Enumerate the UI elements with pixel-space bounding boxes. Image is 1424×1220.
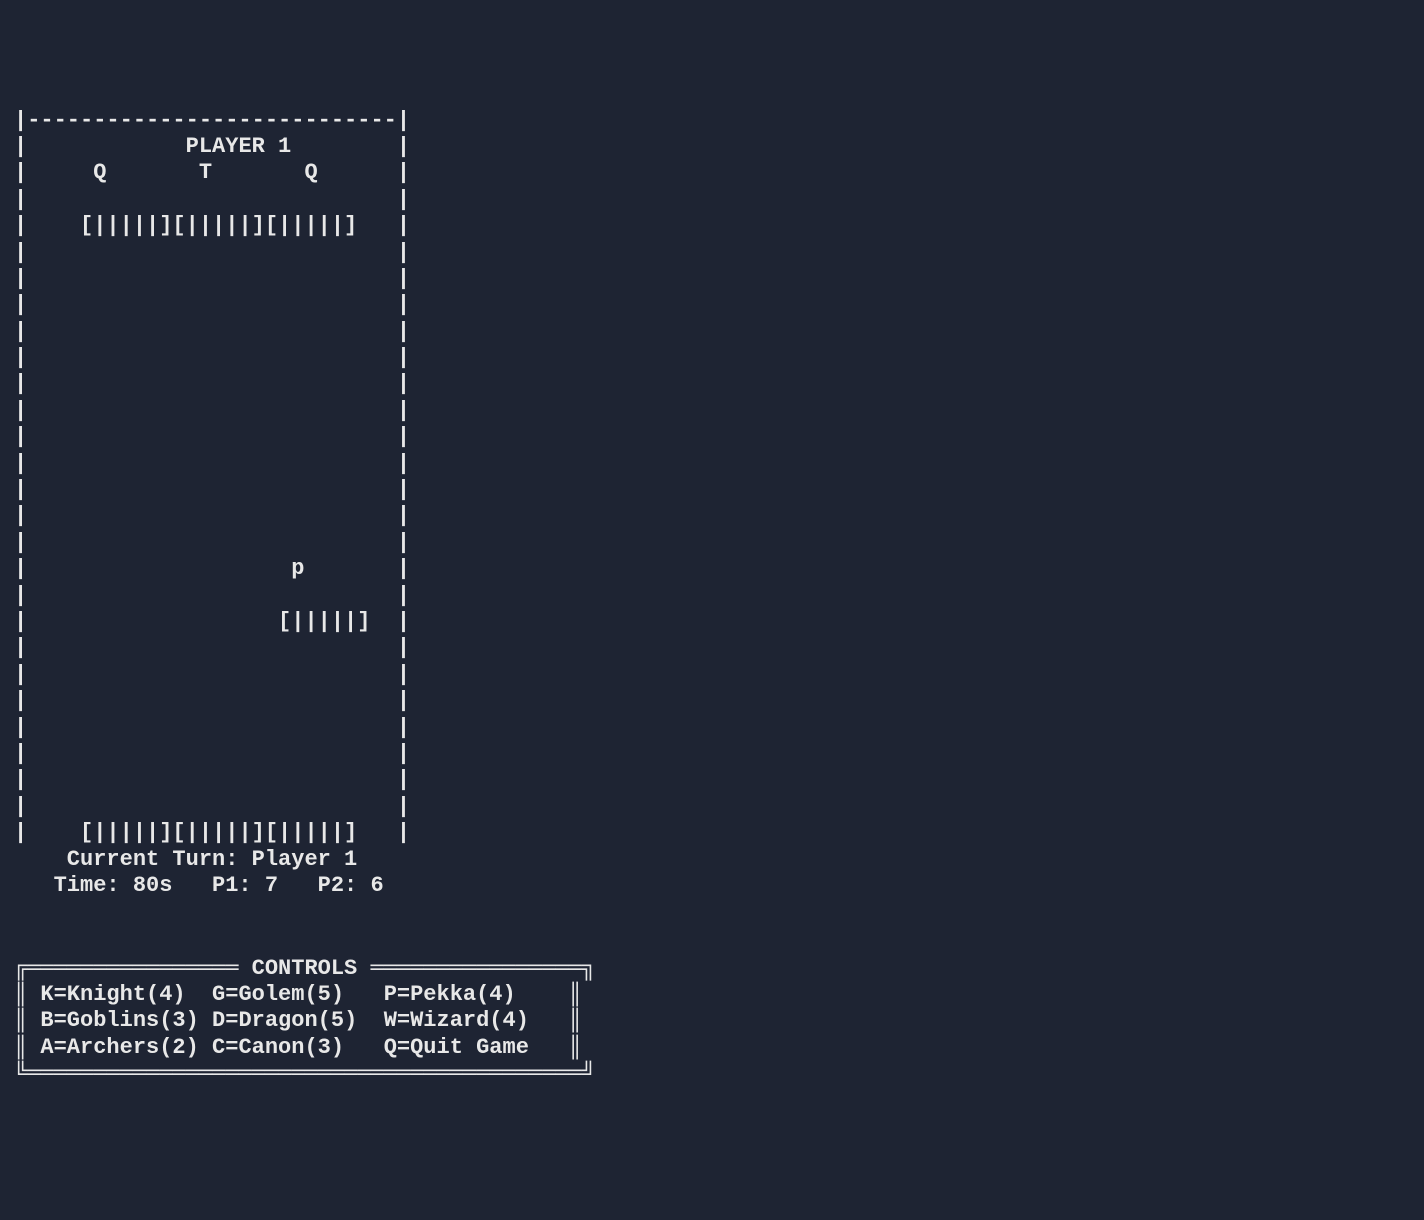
- control-dragon[interactable]: D=Dragon(5): [212, 1008, 357, 1033]
- arena-side-right: |: [397, 160, 410, 185]
- arena-side-left: |: [14, 292, 27, 317]
- control-wizard[interactable]: W=Wizard(4): [384, 1008, 529, 1033]
- arena-top-border: |----------------------------|: [14, 108, 410, 133]
- arena-side-left: |: [14, 371, 27, 396]
- arena-side-right: |: [397, 583, 410, 608]
- turn-status: Current Turn: Player 1: [14, 847, 357, 872]
- arena-side-right: |: [397, 609, 410, 634]
- arena-side-left: |: [14, 240, 27, 265]
- arena-side-left: |: [14, 530, 27, 555]
- control-golem[interactable]: G=Golem(5): [212, 982, 344, 1007]
- arena-side-left: |: [14, 477, 27, 502]
- health-bar-mid: [|||||]: [27, 609, 370, 634]
- arena-side-left: |: [14, 187, 27, 212]
- control-canon[interactable]: C=Canon(3): [212, 1035, 344, 1060]
- arena-side-left: |: [14, 319, 27, 344]
- arena-side-left: |: [14, 345, 27, 370]
- arena-side-right: |: [397, 741, 410, 766]
- health-bars-top: [|||||][|||||][|||||]: [27, 213, 357, 238]
- arena-side-left: |: [14, 662, 27, 687]
- arena-side-left: |: [14, 503, 27, 528]
- control-knight[interactable]: K=Knight(4): [40, 982, 185, 1007]
- control-quit[interactable]: Q=Quit Game: [384, 1035, 529, 1060]
- arena-side-right: |: [397, 398, 410, 423]
- control-pekka[interactable]: P=Pekka(4): [384, 982, 516, 1007]
- arena-side-right: |: [397, 503, 410, 528]
- arena-side-left: |: [14, 635, 27, 660]
- arena-side-left: |: [14, 583, 27, 608]
- controls-panel: ╔════════════════ CONTROLS ═════════════…: [14, 956, 1424, 1088]
- arena-side-right: |: [397, 319, 410, 344]
- player-label: PLAYER 1: [27, 134, 291, 159]
- arena-side-left: |: [14, 767, 27, 792]
- arena-side-right: |: [397, 715, 410, 740]
- arena-side-left: |: [14, 266, 27, 291]
- arena-side-left: |: [14, 451, 27, 476]
- game-arena: |----------------------------| | PLAYER …: [0, 106, 1424, 900]
- score-status: Time: 80s P1: 7 P2: 6: [14, 873, 384, 898]
- arena-side-right: |: [397, 134, 410, 159]
- arena-side-right: |: [397, 266, 410, 291]
- control-archers[interactable]: A=Archers(2): [40, 1035, 198, 1060]
- arena-side-left: |: [14, 134, 27, 159]
- arena-side-left: |: [14, 424, 27, 449]
- arena-side-left: |: [14, 398, 27, 423]
- arena-side-left: |: [14, 715, 27, 740]
- arena-side-right: |: [397, 794, 410, 819]
- arena-side-left: |: [14, 688, 27, 713]
- unit-pekka: p: [27, 556, 304, 581]
- arena-side-right: |: [397, 820, 410, 845]
- towers-row: Q T Q: [27, 160, 317, 185]
- arena-side-right: |: [397, 292, 410, 317]
- arena-side-left: |: [14, 820, 27, 845]
- arena-side-right: |: [397, 556, 410, 581]
- arena-side-right: |: [397, 424, 410, 449]
- arena-side-right: |: [397, 688, 410, 713]
- arena-side-right: |: [397, 451, 410, 476]
- arena-side-left: |: [14, 556, 27, 581]
- arena-side-right: |: [397, 187, 410, 212]
- controls-title: CONTROLS: [252, 956, 358, 981]
- arena-side-right: |: [397, 345, 410, 370]
- arena-side-left: |: [14, 794, 27, 819]
- health-bars-bottom: [|||||][|||||][|||||]: [27, 820, 357, 845]
- arena-side-left: |: [14, 160, 27, 185]
- arena-side-right: |: [397, 477, 410, 502]
- arena-side-left: |: [14, 213, 27, 238]
- arena-side-right: |: [397, 240, 410, 265]
- arena-side-right: |: [397, 767, 410, 792]
- arena-side-right: |: [397, 213, 410, 238]
- arena-side-right: |: [397, 530, 410, 555]
- control-goblins[interactable]: B=Goblins(3): [40, 1008, 198, 1033]
- arena-side-left: |: [14, 741, 27, 766]
- arena-side-right: |: [397, 371, 410, 396]
- arena-side-right: |: [397, 635, 410, 660]
- arena-side-right: |: [397, 662, 410, 687]
- arena-side-left: |: [14, 609, 27, 634]
